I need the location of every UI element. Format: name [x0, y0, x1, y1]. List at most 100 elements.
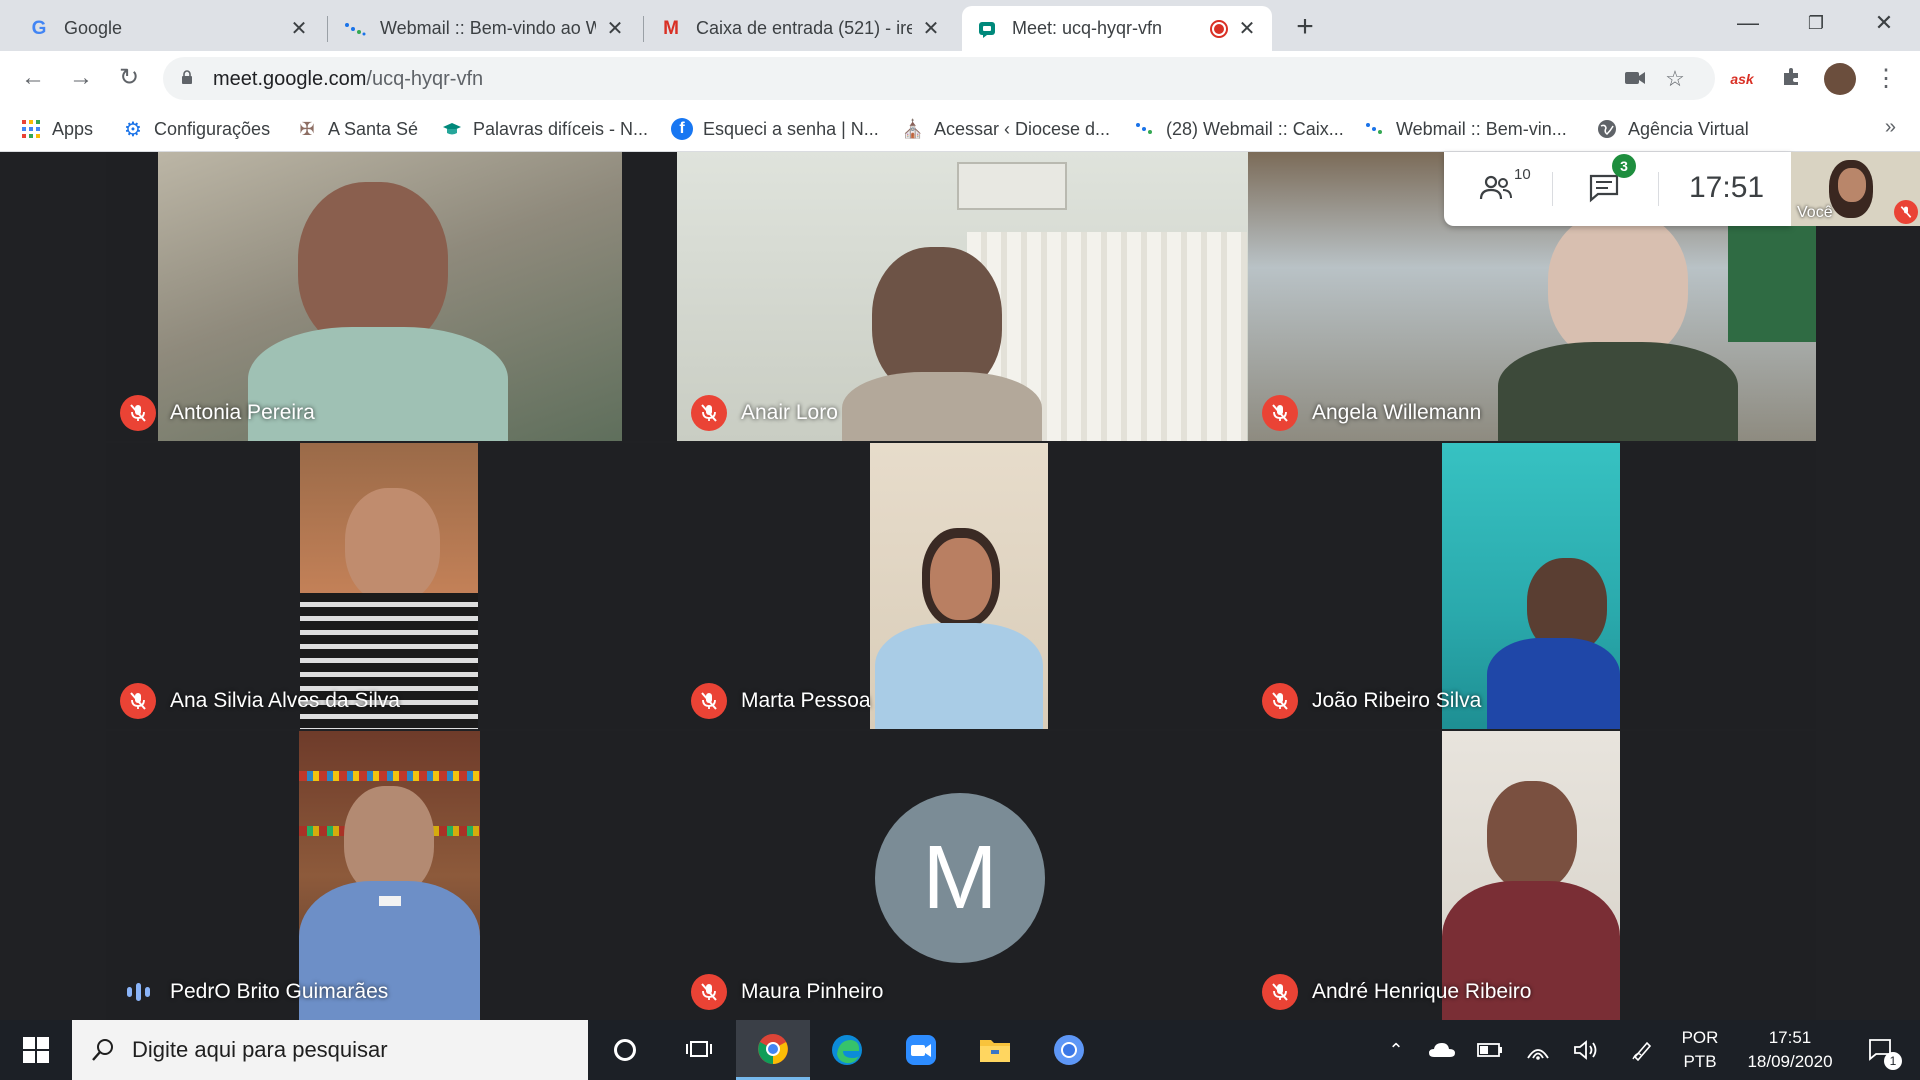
participants-button[interactable]: 10	[1478, 166, 1531, 206]
participant-name: Antonia Pereira	[170, 401, 315, 424]
url-text: meet.google.com/ucq-hyqr-vfn	[213, 68, 483, 91]
bookmark-facebook[interactable]: f Esqueci a senha | N...	[671, 116, 879, 142]
camera-icon[interactable]	[1623, 67, 1647, 91]
url-path: /ucq-hyqr-vfn	[366, 68, 484, 90]
back-button[interactable]: ←	[18, 63, 48, 93]
self-label: Você	[1797, 204, 1833, 221]
bookmark-label: Apps	[52, 118, 94, 139]
forward-button[interactable]: →	[66, 63, 96, 93]
zoom-taskbar-button[interactable]	[884, 1020, 958, 1080]
menu-icon[interactable]: ⋮	[1872, 65, 1900, 93]
bookmark-diocese[interactable]: ⛪ Acessar ‹ Diocese d...	[902, 116, 1110, 142]
participant-tile[interactable]: Marta Pessoa	[677, 443, 1248, 729]
chrome-alt-taskbar-button[interactable]	[1032, 1020, 1106, 1080]
participant-name-row: Anair Loro	[691, 395, 838, 431]
profile-avatar[interactable]	[1824, 63, 1856, 95]
tab-meet[interactable]: Meet: ucq-hyqr-vfn ✕	[962, 6, 1272, 51]
zoom-icon	[906, 1035, 936, 1065]
browser-toolbar: ← → ↻ meet.google.com/ucq-hyqr-vfn ☆ ask…	[0, 51, 1920, 106]
meet-stage: Antonia Pereira Anair Loro Angela Willem…	[0, 152, 1920, 1020]
bookmark-agencia[interactable]: Agência Virtual	[1596, 116, 1749, 142]
participant-name-row: Ana Silvia Alves da Silva	[120, 683, 400, 719]
participant-tile[interactable]: Anair Loro	[677, 152, 1248, 441]
google-icon: G	[31, 17, 47, 39]
bookmark-label: Esqueci a senha | N...	[703, 118, 879, 139]
bookmark-santa-se[interactable]: ✠ A Santa Sé	[296, 116, 418, 142]
tab-webmail[interactable]: Webmail :: Bem-vindo ao W ✕	[330, 6, 640, 51]
participant-tile[interactable]: Antonia Pereira	[106, 152, 677, 441]
close-icon[interactable]: ✕	[604, 16, 626, 41]
self-view-tile[interactable]: Você	[1791, 152, 1920, 226]
show-hidden-icons-button[interactable]: ⌃	[1378, 1020, 1414, 1080]
new-tab-button[interactable]: +	[1290, 10, 1320, 44]
star-icon[interactable]: ☆	[1663, 67, 1687, 91]
close-icon[interactable]: ✕	[920, 16, 942, 41]
minimize-button[interactable]: —	[1720, 6, 1776, 40]
edge-taskbar-button[interactable]	[810, 1020, 884, 1080]
tab-title: Webmail :: Bem-vindo ao W	[380, 18, 596, 38]
volume-icon[interactable]	[1564, 1020, 1608, 1080]
webmail-icon	[1134, 118, 1156, 140]
close-icon[interactable]: ✕	[288, 16, 310, 41]
pen-workspace-icon[interactable]	[1620, 1020, 1664, 1080]
file-explorer-taskbar-button[interactable]	[958, 1020, 1032, 1080]
taskbar-clock[interactable]: 17:51 18/09/2020	[1735, 1026, 1845, 1074]
chrome-profile-icon	[1054, 1035, 1084, 1065]
wifi-icon[interactable]	[1516, 1020, 1560, 1080]
recording-icon	[1210, 19, 1228, 38]
clerical-collar	[379, 896, 401, 906]
person-shirt	[842, 372, 1042, 441]
extensions-icon[interactable]	[1778, 65, 1806, 93]
bookmark-apps[interactable]: Apps	[20, 116, 93, 142]
bookmark-webmail-bem-vindo[interactable]: Webmail :: Bem-vin...	[1364, 116, 1567, 142]
bookmark-palavras[interactable]: Palavras difíceis - N...	[441, 116, 648, 142]
restore-button[interactable]: ❐	[1788, 6, 1844, 40]
lock-icon	[182, 70, 192, 84]
participant-name: Maura Pinheiro	[741, 980, 884, 1003]
task-view-button[interactable]	[662, 1020, 736, 1080]
bookmarks-overflow-button[interactable]: »	[1885, 116, 1896, 139]
mic-off-icon	[1894, 200, 1918, 224]
close-icon[interactable]: ✕	[1236, 16, 1258, 41]
ask-extension-icon[interactable]: ask	[1728, 65, 1756, 93]
tab-title: Caixa de entrada (521) - irer	[696, 18, 912, 38]
participant-avatar: M	[875, 793, 1045, 963]
bookshelf	[299, 771, 480, 781]
chrome-taskbar-button[interactable]	[736, 1020, 810, 1080]
participant-tile[interactable]: M Maura Pinheiro	[677, 731, 1248, 1020]
input-language-button[interactable]: POR PTB	[1672, 1026, 1728, 1074]
address-bar[interactable]: meet.google.com/ucq-hyqr-vfn ☆	[163, 57, 1715, 100]
onedrive-icon[interactable]	[1420, 1020, 1464, 1080]
bookmark-webmail-caixa[interactable]: (28) Webmail :: Caix...	[1134, 116, 1344, 142]
participant-video	[870, 443, 1048, 729]
mic-off-icon	[1262, 683, 1298, 719]
edge-icon	[832, 1035, 862, 1065]
mic-off-icon	[691, 974, 727, 1010]
bookmark-configuracoes[interactable]: ⚙ Configurações	[122, 116, 270, 142]
person-silhouette	[345, 488, 440, 603]
chat-button[interactable]: 3	[1588, 154, 1636, 206]
battery-icon[interactable]	[1468, 1020, 1512, 1080]
action-center-button[interactable]: 1	[1856, 1020, 1906, 1080]
tab-google[interactable]: G Google ✕	[14, 6, 324, 51]
taskbar-search[interactable]: Digite aqui para pesquisar	[72, 1020, 588, 1080]
participant-tile[interactable]: André Henrique Ribeiro	[1248, 731, 1816, 1020]
meet-icon	[976, 18, 998, 40]
start-button[interactable]	[0, 1020, 72, 1080]
tab-separator	[643, 16, 644, 42]
tab-gmail[interactable]: M Caixa de entrada (521) - irer ✕	[646, 6, 956, 51]
participant-tile[interactable]: João Ribeiro Silva	[1248, 443, 1816, 729]
person-shirt	[875, 623, 1043, 729]
participant-name: PedrO Brito Guimarães	[170, 980, 389, 1003]
tab-title: Google	[64, 18, 123, 38]
reload-button[interactable]: ↻	[114, 63, 144, 93]
person-silhouette	[1548, 212, 1688, 362]
close-window-button[interactable]: ✕	[1856, 6, 1912, 40]
participant-tile[interactable]: Ana Silvia Alves da Silva	[106, 443, 677, 729]
participant-tile[interactable]: PedrO Brito Guimarães	[106, 731, 677, 1020]
mic-off-icon	[691, 395, 727, 431]
cortana-button[interactable]	[588, 1020, 662, 1080]
folder-icon	[980, 1040, 1010, 1062]
mic-off-icon	[120, 683, 156, 719]
clock-time: 17:51	[1768, 1028, 1812, 1047]
